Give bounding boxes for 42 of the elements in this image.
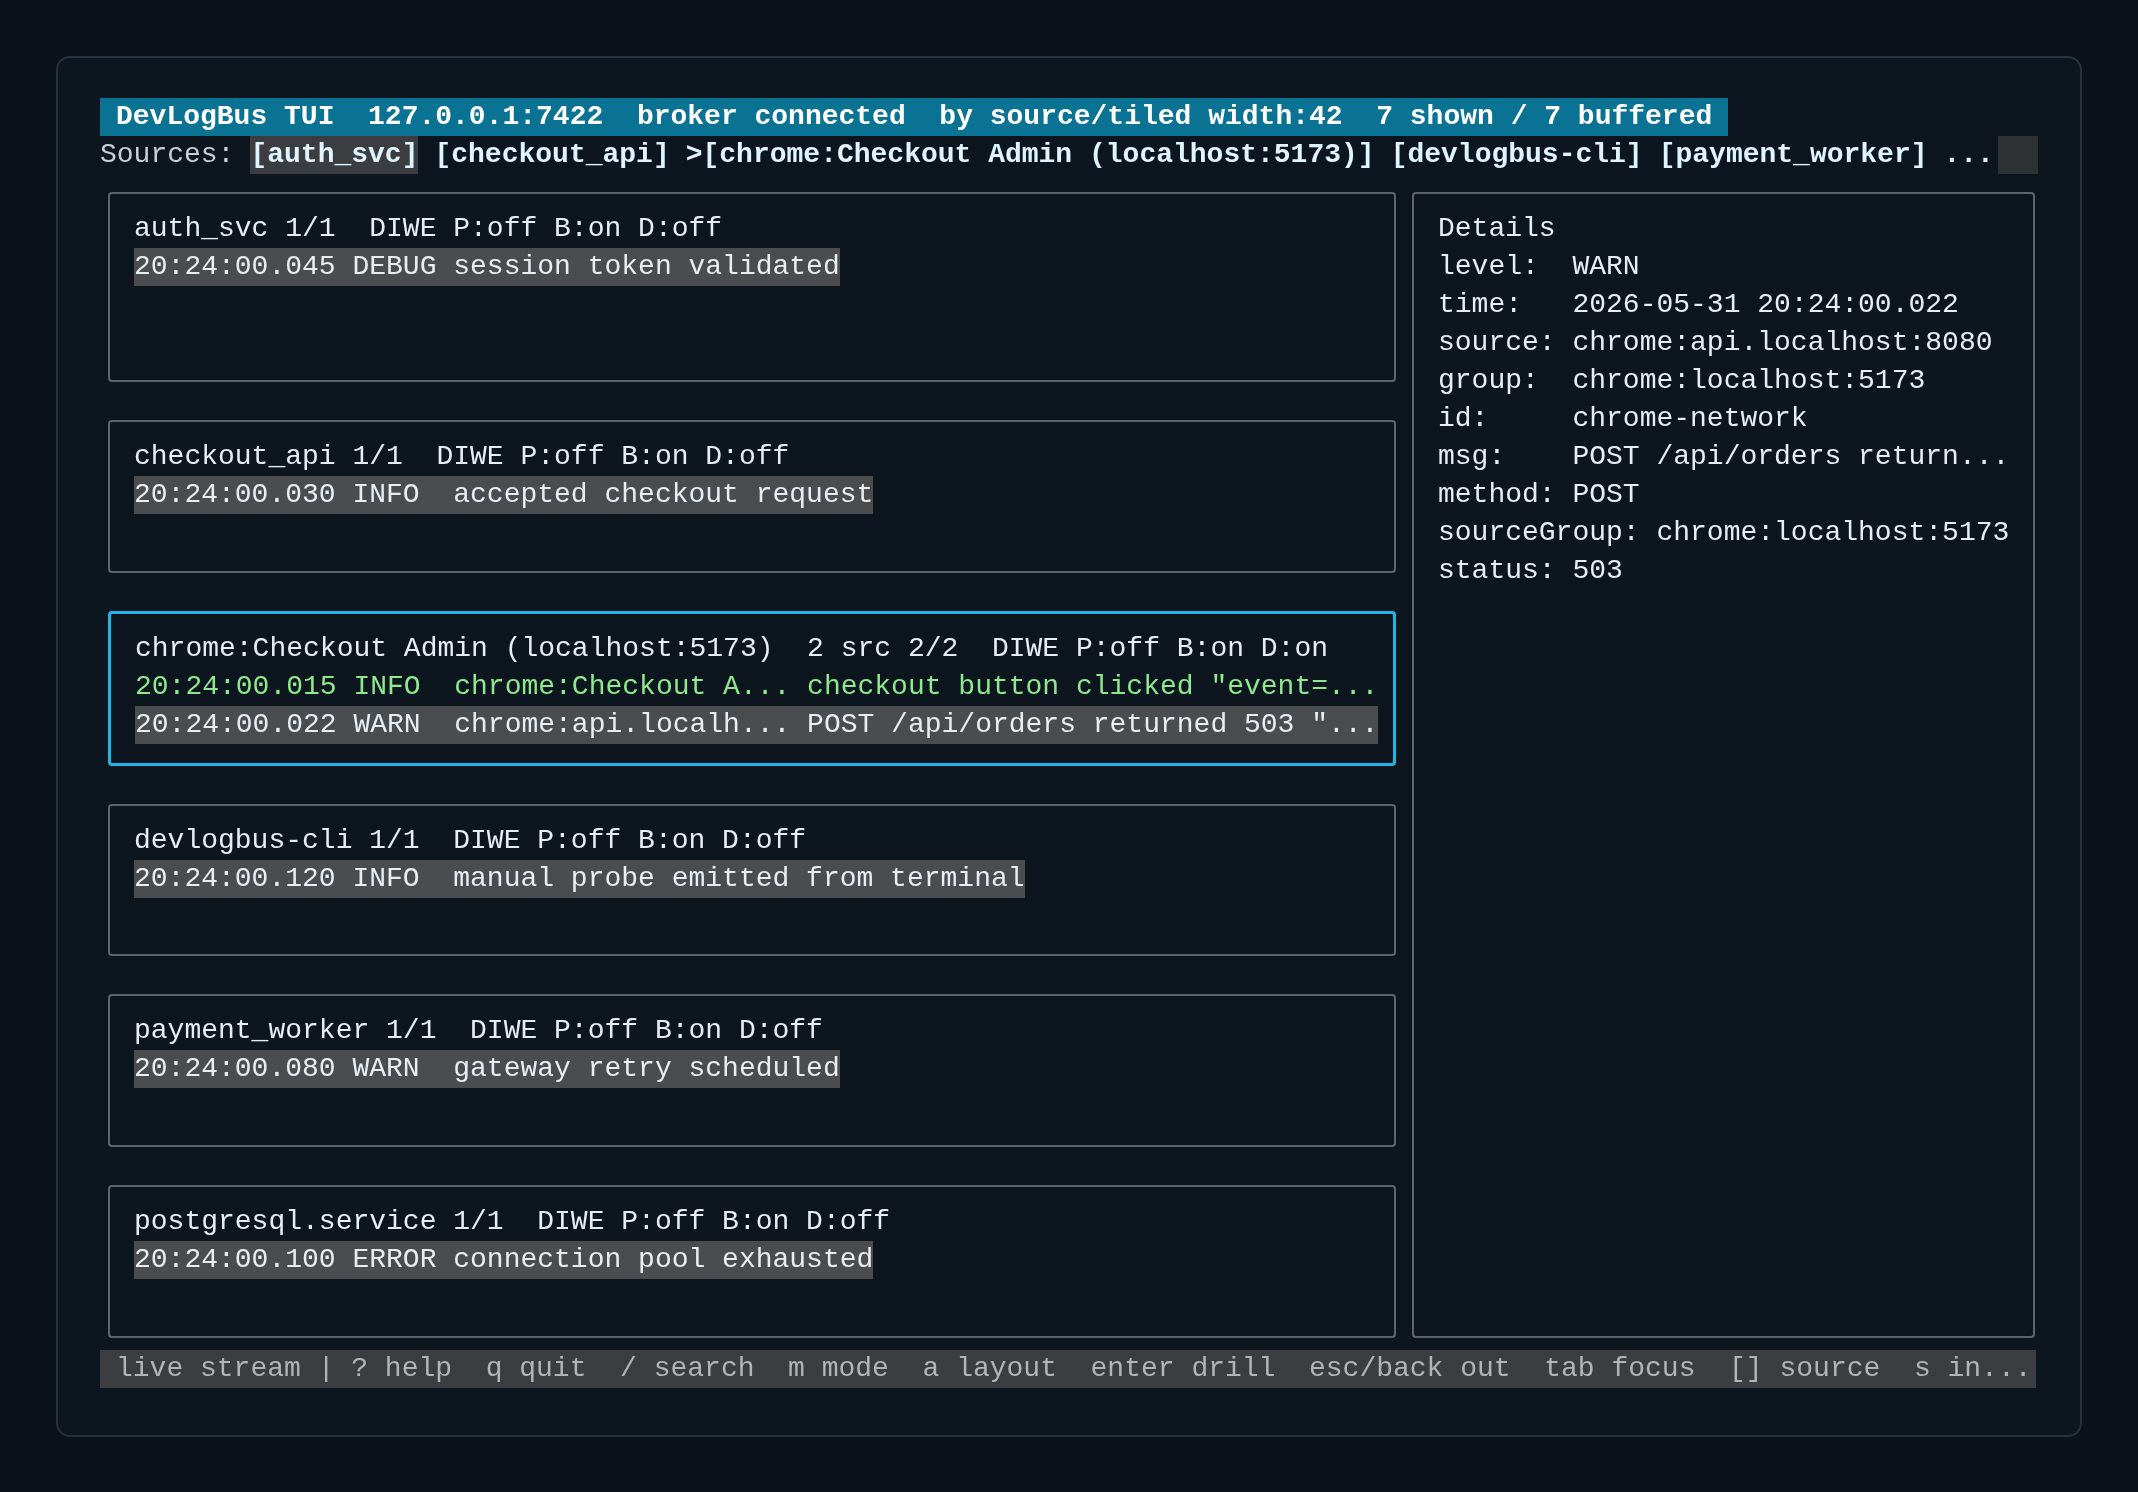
field-label: method: — [1438, 478, 1557, 512]
field-value: 2026-05-31 20:24:00.022 — [1572, 288, 1959, 322]
source-tab[interactable]: [auth_svc] — [250, 136, 419, 174]
log-line[interactable]: 20:24:00.015 INFO chrome:Checkout A... checkout button clicked "event=... — [135, 667, 1379, 706]
field-value: chrome-network — [1572, 402, 1808, 436]
field-label: source: — [1438, 326, 1557, 360]
panel-title: devlogbus-cli 1/1 DIWE P:off B:on D:off — [134, 823, 807, 858]
field-label: level: — [1438, 250, 1540, 284]
field-value: POST — [1572, 478, 1640, 512]
panel-title: payment_worker 1/1 DIWE P:off B:on D:off — [134, 1014, 823, 1049]
scroll-block — [1997, 136, 2038, 174]
status-bar: live stream | ? help q quit / search m mode a layout enter drill esc/back out tab focus [] source s in... — [100, 1350, 2036, 1388]
source-tab[interactable]: [checkout_api] — [434, 136, 670, 174]
source-tab[interactable]: >[chrome:Checkout Admin (localhost:5173)] — [685, 136, 1375, 174]
log-panel[interactable]: payment_worker 1/1 DIWE P:off B:on D:off 20:24:00.080 WARN gateway retry scheduled — [108, 994, 1396, 1148]
panel-title: chrome:Checkout Admin (localhost:5173) 2 src 2/2 DIWE P:off B:on D:on — [135, 631, 1328, 666]
details-title: Details — [1438, 212, 1557, 246]
log-panel[interactable]: postgresql.service 1/1 DIWE P:off B:on D:off 20:24:00.100 ERROR connection pool exhausted — [108, 1185, 1396, 1338]
field-value: chrome:localhost:5173 — [1656, 516, 2010, 550]
panel-title: postgresql.service 1/1 DIWE P:off B:on D:off — [134, 1205, 891, 1240]
log-panel[interactable] — [108, 610, 1396, 766]
log-panel[interactable]: auth_svc 1/1 DIWE P:off B:on D:off 20:24:00.045 DEBUG session token validated — [108, 192, 1396, 382]
sources-label: Sources: — [100, 138, 235, 172]
title-bar: DevLogBus TUI 127.0.0.1:7422 broker connected by source/tiled width:42 7 shown / 7 buffered — [100, 98, 1729, 136]
field-value: WARN — [1572, 250, 1640, 284]
source-tab[interactable]: [payment_worker] — [1658, 136, 1928, 174]
field-value: 503 — [1572, 554, 1623, 588]
log-panel[interactable]: devlogbus-cli 1/1 DIWE P:off B:on D:off 20:24:00.120 INFO manual probe emitted from terminal — [108, 803, 1396, 957]
panel-title: checkout_api 1/1 DIWE P:off B:on D:off — [134, 440, 790, 474]
field-label: group: — [1438, 364, 1540, 398]
source-tab[interactable]: [devlogbus-cli] — [1390, 136, 1643, 174]
field-label: time: — [1438, 288, 1523, 322]
field-value: POST /api/orders return... — [1572, 440, 2010, 474]
field-value: chrome:localhost:5173 — [1572, 364, 1926, 398]
log-panel[interactable]: checkout_api 1/1 DIWE P:off B:on D:off 20:24:00.030 INFO accepted checkout request — [108, 420, 1396, 573]
field-label: status: — [1438, 554, 1557, 588]
field-label: sourceGroup: — [1438, 516, 1641, 550]
field-value: chrome:api.localhost:8080 — [1572, 326, 1993, 360]
more-indicator: ... — [1943, 138, 1994, 172]
panel-title: auth_svc 1/1 DIWE P:off B:on D:off — [134, 212, 723, 246]
field-label: id: — [1438, 402, 1490, 436]
field-label: msg: — [1438, 440, 1507, 474]
